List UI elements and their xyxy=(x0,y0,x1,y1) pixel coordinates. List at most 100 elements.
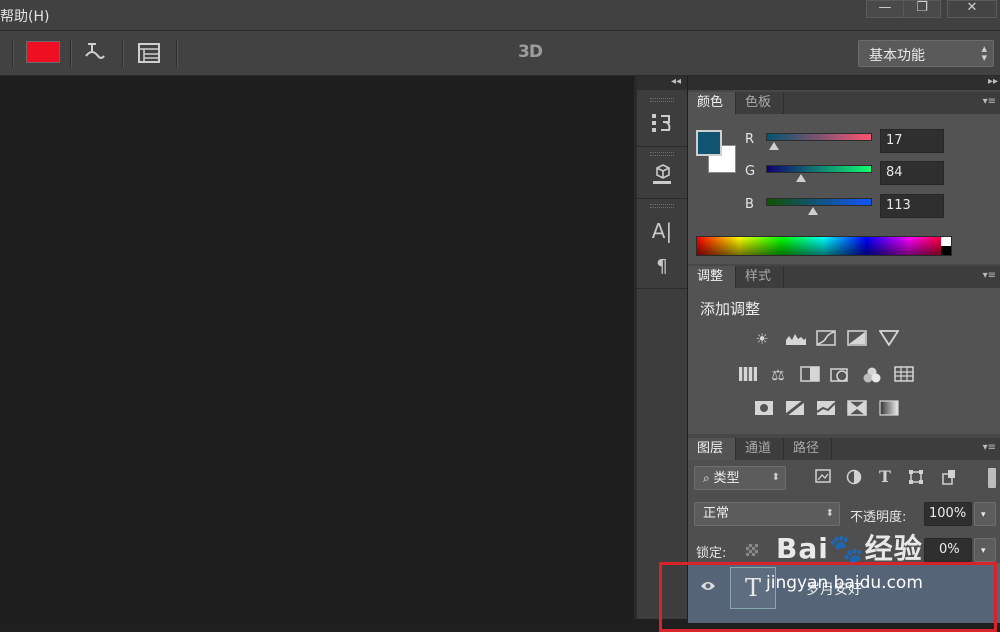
fill-dropdown[interactable]: ▾ xyxy=(974,538,996,562)
red-slider-thumb[interactable] xyxy=(769,142,779,150)
panel-menu-icon[interactable]: ▾≡ xyxy=(983,442,996,453)
brightness-icon[interactable]: ☀ xyxy=(752,330,772,348)
panel-menu-icon[interactable]: ▾≡ xyxy=(983,270,996,281)
layer-filter-select[interactable]: ⌕ 类型 ⬍ xyxy=(694,466,786,490)
opacity-input[interactable]: 100% xyxy=(924,502,972,526)
blue-slider-thumb[interactable] xyxy=(808,207,818,215)
photo-filter-icon[interactable] xyxy=(830,366,850,384)
blue-label: B xyxy=(745,197,754,212)
adjustments-panel-tabs: 调整 样式 ▾≡ xyxy=(688,266,1000,288)
close-button[interactable]: ✕ xyxy=(947,0,997,18)
add-adjustment-title: 添加调整 xyxy=(700,300,761,318)
character-panel-icon[interactable] xyxy=(138,43,160,63)
green-input[interactable]: 84 xyxy=(880,161,944,185)
opacity-dropdown[interactable]: ▾ xyxy=(974,502,996,526)
vibrance-icon[interactable] xyxy=(878,330,900,348)
green-slider-thumb[interactable] xyxy=(796,174,806,182)
tab-channels[interactable]: 通道 xyxy=(736,438,784,460)
exposure-icon[interactable] xyxy=(847,330,867,348)
grip-handle[interactable] xyxy=(650,98,674,102)
dock-separator xyxy=(637,198,687,199)
invert-icon[interactable] xyxy=(754,400,774,418)
filter-toggle[interactable] xyxy=(988,468,996,488)
filter-adjustment-icon[interactable] xyxy=(845,469,863,487)
baidu-jingyan-watermark: Bai🐾经验 xyxy=(776,532,923,565)
menu-help[interactable]: 帮助(H) xyxy=(0,6,49,26)
red-slider[interactable] xyxy=(766,133,872,141)
hue-saturation-icon[interactable] xyxy=(738,366,758,384)
filter-kind-value: 类型 xyxy=(713,471,740,486)
dock-header[interactable]: ◂◂ xyxy=(637,76,687,90)
tab-adjustments[interactable]: 调整 xyxy=(688,266,736,288)
black-white-icon[interactable] xyxy=(800,366,820,384)
panel-menu-icon[interactable]: ▾≡ xyxy=(983,96,996,107)
posterize-icon[interactable] xyxy=(785,399,805,418)
green-label: G xyxy=(745,164,756,179)
collapsed-panel-dock: ◂◂ A| ¶ xyxy=(637,76,687,619)
expand-icon[interactable]: ▸▸ xyxy=(988,76,998,87)
red-input[interactable]: 17 xyxy=(880,129,944,153)
tab-styles[interactable]: 样式 xyxy=(736,266,784,288)
selective-color-icon[interactable] xyxy=(847,400,867,418)
green-slider[interactable] xyxy=(766,165,872,173)
filter-smart-object-icon[interactable] xyxy=(940,469,958,487)
channel-mixer-icon[interactable] xyxy=(862,366,882,384)
color-balance-icon[interactable]: ⚖ xyxy=(768,366,788,384)
workspace-value: 基本功能 xyxy=(869,48,925,64)
curves-icon[interactable] xyxy=(816,330,836,348)
levels-icon[interactable] xyxy=(785,330,806,348)
threshold-icon[interactable] xyxy=(816,400,836,418)
lock-label: 锁定: xyxy=(696,546,727,561)
fill-input[interactable]: 0% xyxy=(924,538,972,562)
document-canvas[interactable] xyxy=(0,76,634,619)
select-arrows-icon: ⬍ xyxy=(771,472,780,483)
tab-swatches[interactable]: 色板 xyxy=(736,92,784,114)
filter-pixel-icon[interactable] xyxy=(814,469,832,487)
color-panel: 颜色 色板 ▾≡ R 17 G 84 B 113 xyxy=(688,92,1000,264)
panels-header: ▸▸ xyxy=(688,76,1000,90)
options-bar: 3D 基本功能 ▴ ▾ xyxy=(0,31,1000,76)
layers-panel-tabs: 图层 通道 路径 ▾≡ xyxy=(688,438,1000,460)
character-icon[interactable]: A| xyxy=(649,218,675,244)
tab-layers[interactable]: 图层 xyxy=(688,438,736,460)
restore-button[interactable]: ❐ xyxy=(903,0,941,18)
color-spectrum-bar[interactable] xyxy=(696,236,952,256)
blend-mode-value: 正常 xyxy=(703,506,730,521)
filter-type-icon[interactable]: T xyxy=(876,468,894,486)
lock-transparency-icon[interactable] xyxy=(746,544,758,556)
gradient-map-icon[interactable] xyxy=(879,400,899,418)
tab-color[interactable]: 颜色 xyxy=(688,92,736,114)
color-lookup-icon[interactable] xyxy=(894,366,914,384)
filter-shape-icon[interactable] xyxy=(907,469,925,487)
grip-handle[interactable] xyxy=(650,152,674,156)
watermark-url: jingyan.baidu.com xyxy=(766,573,923,593)
text-color-swatch[interactable] xyxy=(26,41,60,63)
menu-bar: 帮助(H) — ❐ ✕ xyxy=(0,0,1000,31)
blend-mode-select[interactable]: 正常 ⬍ xyxy=(694,502,840,526)
search-icon: ⌕ xyxy=(703,471,714,485)
minimize-button[interactable]: — xyxy=(866,0,904,18)
tab-paths[interactable]: 路径 xyxy=(784,438,832,460)
separator xyxy=(70,39,71,67)
grip-handle[interactable] xyxy=(650,204,674,208)
foreground-color-swatch[interactable] xyxy=(696,130,722,156)
collapse-icon[interactable]: ◂◂ xyxy=(671,76,681,87)
workspace-select[interactable]: 基本功能 ▴ ▾ xyxy=(858,40,994,67)
adjustments-panel: 调整 样式 ▾≡ 添加调整 ☀ ⚖ xyxy=(688,266,1000,434)
dock-separator xyxy=(637,288,687,289)
blue-input[interactable]: 113 xyxy=(880,194,944,218)
separator xyxy=(12,39,13,67)
blue-slider[interactable] xyxy=(766,198,872,206)
history-icon[interactable] xyxy=(649,110,675,136)
paragraph-icon[interactable]: ¶ xyxy=(649,254,675,280)
separator xyxy=(176,39,177,67)
dock-separator xyxy=(637,146,687,147)
3d-panel-icon[interactable] xyxy=(649,162,675,188)
opacity-label: 不透明度: xyxy=(850,510,907,525)
red-label: R xyxy=(745,132,755,147)
select-arrows-icon: ⬍ xyxy=(825,508,834,519)
warp-text-icon[interactable] xyxy=(84,40,106,66)
separator xyxy=(122,39,123,67)
color-panel-tabs: 颜色 色板 ▾≡ xyxy=(688,92,1000,114)
3d-mode-label[interactable]: 3D xyxy=(518,42,543,62)
